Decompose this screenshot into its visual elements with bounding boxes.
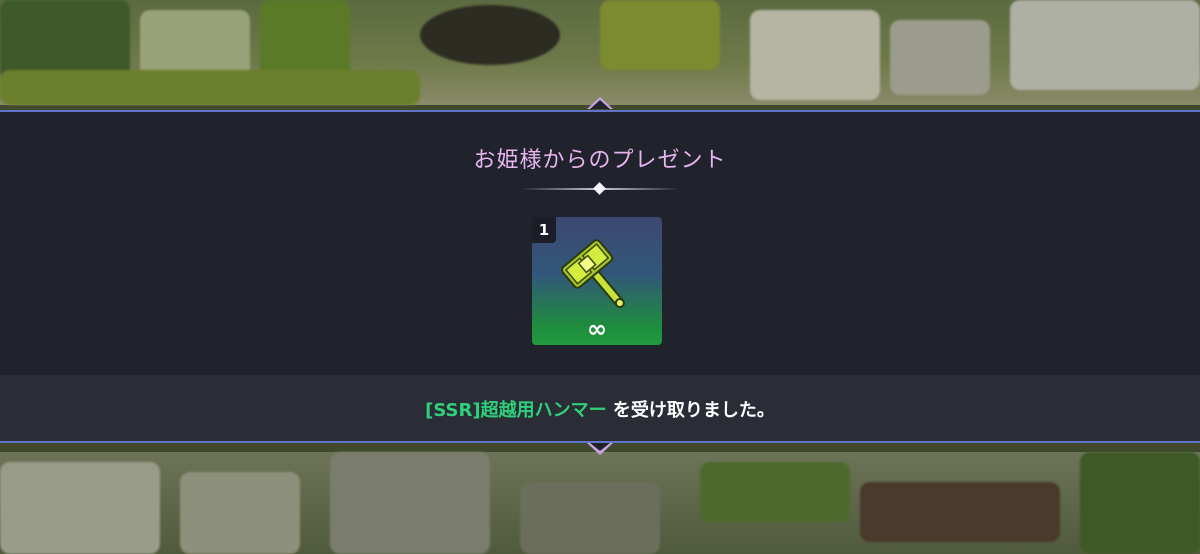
background-bottom [0, 452, 1200, 554]
received-message-suffix: を受け取りました。 [612, 400, 775, 421]
dialog-title: お姫様からのプレゼント [473, 148, 727, 173]
received-message: [SSR]超越用ハンマー を受け取りました。 [0, 396, 1200, 422]
reward-item-card[interactable]: 1 ∞ [532, 217, 662, 345]
background-top [0, 0, 1200, 105]
bottom-notch-inner [590, 443, 610, 451]
item-duration: ∞ [587, 315, 607, 343]
received-item-name: [SSR]超越用ハンマー [425, 400, 607, 421]
item-quantity: 1 [532, 217, 556, 243]
hammer-icon [560, 239, 625, 309]
top-notch-inner [590, 100, 610, 109]
